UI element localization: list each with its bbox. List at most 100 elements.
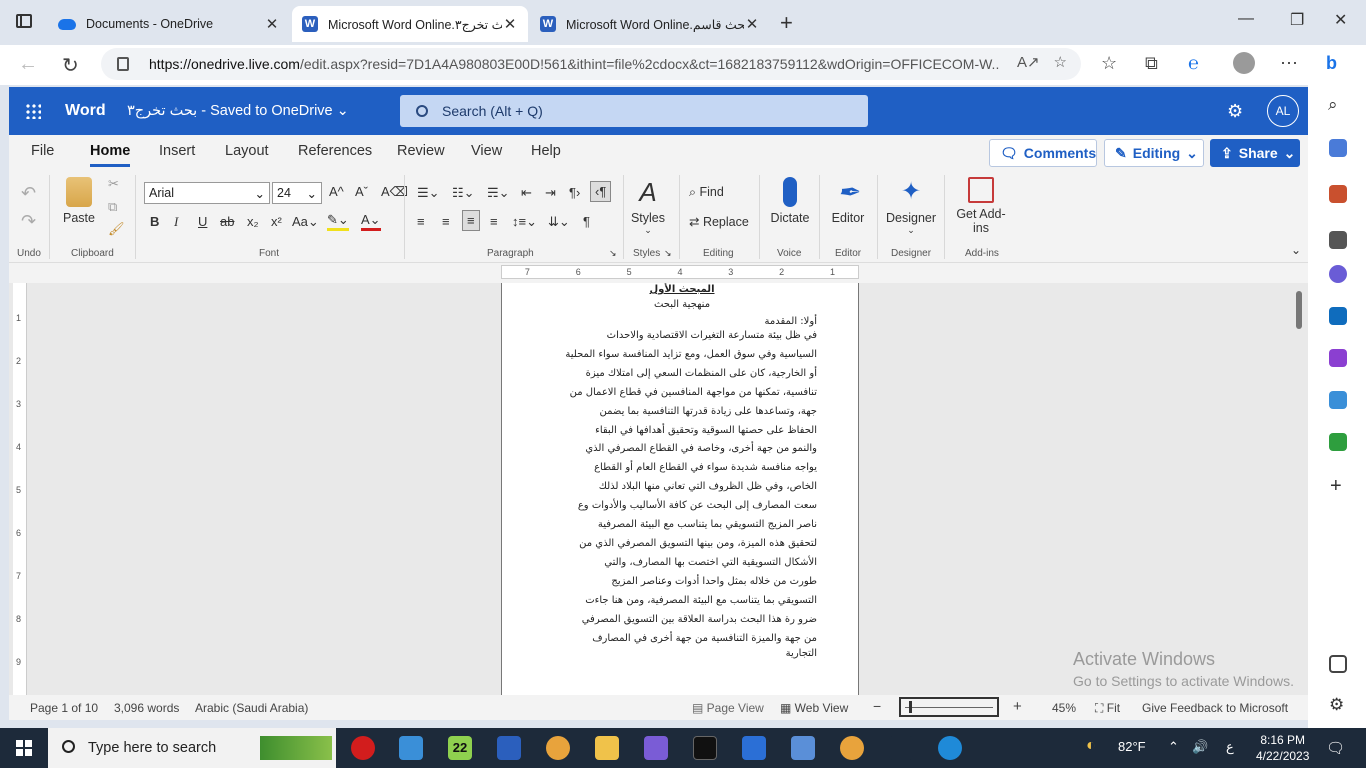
get-addins-button[interactable]: Get Add-ins [949,177,1013,235]
outlook-icon[interactable] [1329,307,1347,325]
font-name-select[interactable]: Arial ⌄ [144,182,270,204]
feedback-link[interactable]: Give Feedback to Microsoft [1142,701,1288,715]
calendar-icon[interactable] [742,736,766,760]
maximize-button[interactable]: ❐ [1290,10,1304,30]
underline-button[interactable]: U [198,214,207,229]
volume-icon[interactable]: 🔊 [1192,739,1208,755]
window-close-button[interactable]: ✕ [1334,10,1347,30]
line-spacing-icon[interactable]: ↕≡⌄ [512,214,537,230]
change-case-button[interactable]: Aa⌄ [292,214,319,230]
font-color-icon[interactable]: A⌄ [361,212,381,231]
tab-help[interactable]: Help [531,143,561,159]
chrome-profile-icon[interactable] [840,736,864,760]
taskbar-clock[interactable]: 8:16 PM 4/22/2023 [1256,732,1309,764]
opera-icon[interactable] [351,736,375,760]
page-view-button[interactable]: ▤ Page View [692,701,764,715]
tab-onedrive[interactable]: Documents - OneDrive ✕ [48,6,290,42]
italic-button[interactable]: I [174,214,178,230]
tab-home[interactable]: Home [90,143,131,167]
align-right-icon[interactable]: ≡ [462,210,480,231]
tree-icon[interactable] [1329,433,1347,451]
editing-mode-button[interactable]: ✎ Editing ⌄ [1104,139,1204,167]
user-avatar[interactable]: AL [1267,95,1299,127]
bullets-icon[interactable]: ☰⌄ [417,185,440,201]
tab-layout[interactable]: Layout [225,143,269,159]
edge-icon[interactable] [938,736,962,760]
copy-icon[interactable]: ⧉ [108,199,117,215]
undo-icon[interactable]: ↶ [21,183,36,204]
format-painter-icon[interactable]: 🖌 [108,221,125,237]
photos-icon[interactable] [791,736,815,760]
decrease-indent-icon[interactable]: ⇤ [521,185,532,201]
tradingview-icon[interactable] [693,736,717,760]
increase-indent-icon[interactable]: ⇥ [545,185,556,201]
share-button[interactable]: ⇪ Share ⌄ [1210,139,1300,167]
fit-button[interactable]: ⛶ Fit [1095,701,1120,716]
tab-insert[interactable]: Insert [159,143,195,159]
close-icon[interactable]: ✕ [744,15,760,33]
settings-gear-icon[interactable]: ⚙ [1329,695,1344,715]
numbering-icon[interactable]: ☷⌄ [452,185,475,201]
editor-button[interactable]: ✒ Editor [818,177,878,225]
web-view-button[interactable]: ▦ Web View [780,701,848,715]
extensions-icon[interactable]: ℮ [1188,53,1199,74]
language-status[interactable]: Arabic (Saudi Arabia) [195,701,308,715]
styles-button[interactable]: A Styles ⌄ [618,177,678,236]
dictate-button[interactable]: Dictate [760,177,820,225]
document-body[interactable]: المبحث الأول منهجية البحث أولا: المقدمة … [547,284,817,659]
tab-view[interactable]: View [471,143,502,159]
tab-word-active[interactable]: W Microsoft Word Online.بحث تخرج٣ ✕ [292,6,528,42]
notifications-icon[interactable]: 🗨 [1326,739,1345,757]
minimize-button[interactable]: — [1238,10,1254,28]
zoom-slider[interactable] [899,697,999,717]
add-icon[interactable]: + [1330,475,1342,498]
sidebar-toggle-icon[interactable] [1329,655,1347,673]
collections-icon[interactable]: ⧉ [1145,53,1158,74]
games-icon[interactable] [1329,231,1347,249]
strikethrough-button[interactable]: ab [220,214,234,229]
zoom-in-button[interactable]: + [1013,698,1022,715]
send-icon[interactable] [1329,391,1347,409]
designer-button[interactable]: ✦ Designer ⌄ [879,177,943,236]
tab-references[interactable]: References [298,143,372,159]
weather-temp[interactable]: 82°F [1118,739,1146,754]
word-count[interactable]: 3,096 words [114,701,179,715]
search-input[interactable]: Search (Alt + Q) [400,95,868,127]
superscript-button[interactable]: x² [271,214,282,229]
vertical-scrollbar[interactable] [1296,291,1302,329]
designer-tool-icon[interactable] [1329,349,1347,367]
styles-dialog-icon[interactable]: ↘ [664,248,672,259]
app-name[interactable]: Word [65,102,106,120]
refresh-icon[interactable]: ↻ [62,53,79,78]
microsoft365-icon[interactable] [1329,265,1347,283]
paste-button[interactable]: Paste [49,177,109,225]
read-aloud-icon[interactable]: A↗ [1017,53,1040,71]
find-button[interactable]: ⌕ Find [689,185,724,200]
tools-icon[interactable] [1329,185,1347,203]
zoom-level[interactable]: 45% [1052,701,1076,715]
favorite-star-icon[interactable]: ☆ [1054,53,1067,71]
highlight-icon[interactable]: ✎⌄ [327,212,349,231]
chrome-icon[interactable] [546,736,570,760]
settings-icon[interactable]: ⚙ [1227,101,1243,122]
collapse-ribbon-icon[interactable]: ⌄ [1291,243,1301,257]
close-icon[interactable]: ✕ [502,15,518,33]
font-size-select[interactable]: 24 ⌄ [272,182,322,204]
profile-avatar[interactable] [1233,52,1255,74]
bing-icon[interactable]: b [1326,53,1337,74]
tray-chevron-icon[interactable]: ⌃ [1168,739,1179,755]
tab-actions-icon[interactable] [16,14,32,28]
show-marks-icon[interactable]: ¶ [583,214,590,229]
app-launcher-icon[interactable] [25,103,41,119]
weather-icon[interactable]: ◐ [1086,737,1096,755]
news-icon[interactable] [497,736,521,760]
zoom-out-button[interactable]: − [873,698,881,714]
file-explorer-icon[interactable] [595,736,619,760]
rtl-icon[interactable]: ‹¶ [590,181,612,202]
replace-button[interactable]: ⇄ Replace [689,214,749,229]
start-button[interactable] [16,740,32,756]
paragraph-dialog-icon[interactable]: ↘ [609,248,617,259]
input-language[interactable]: ع [1226,739,1234,755]
comments-button[interactable]: 🗨 Comments [989,139,1097,167]
teams-icon[interactable] [644,736,668,760]
